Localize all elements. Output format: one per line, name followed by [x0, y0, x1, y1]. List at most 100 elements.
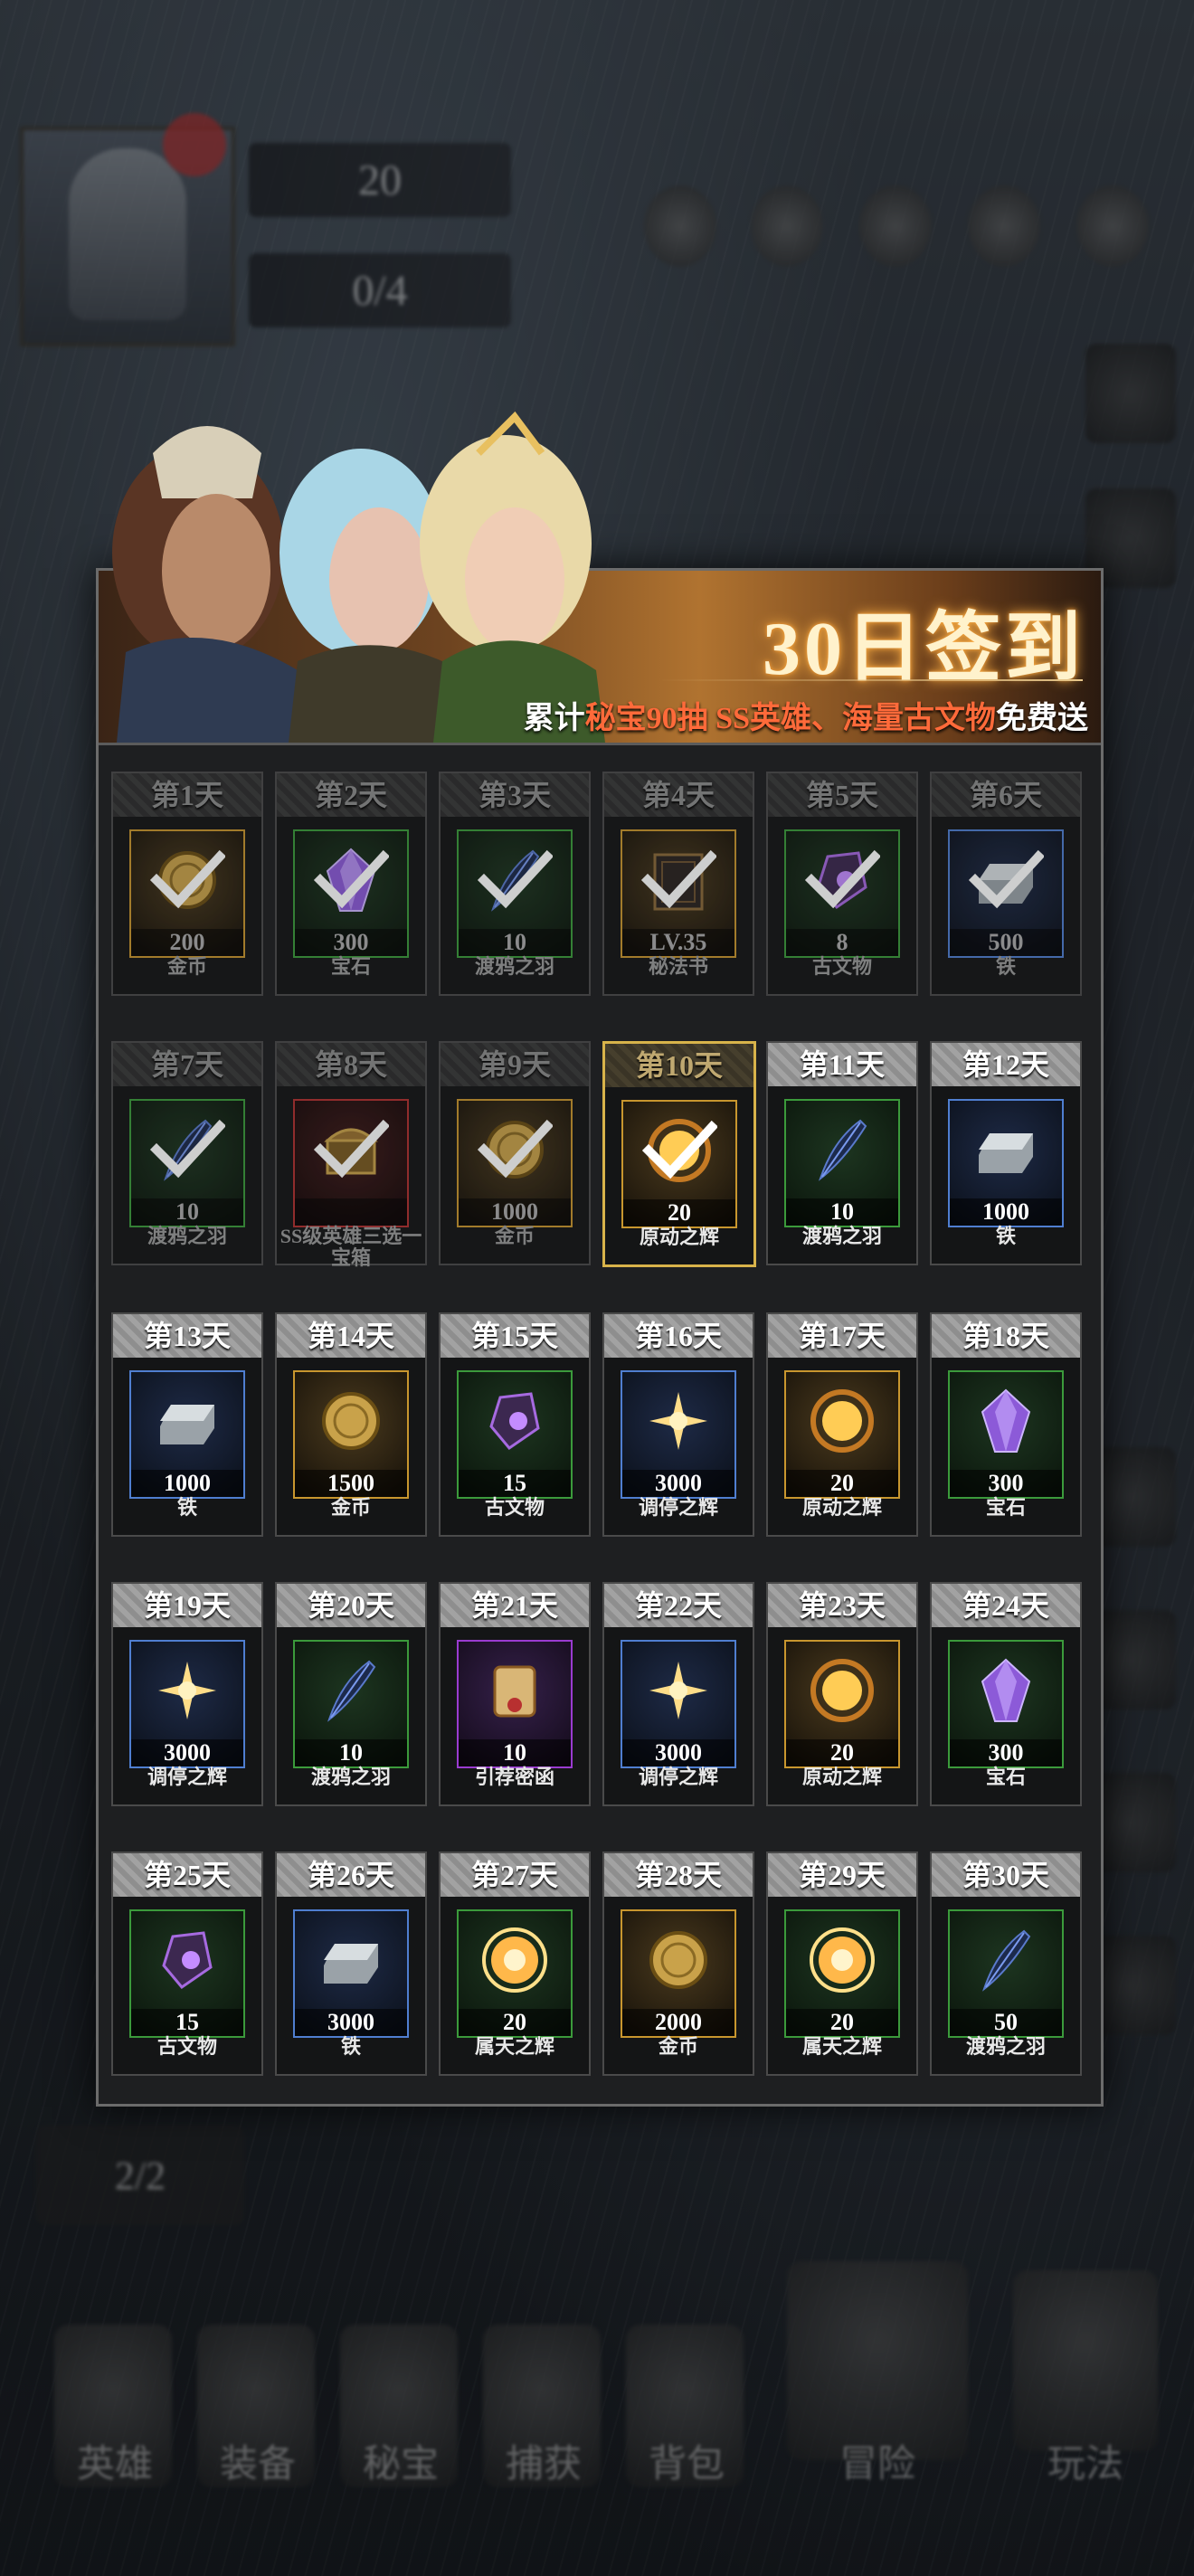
reward-name: 渡鸦之羽 — [147, 1225, 227, 1247]
reward-cell-day-16[interactable]: 第16天 3000 调停之辉 — [602, 1312, 754, 1537]
reward-item-frame: 10 — [457, 829, 573, 958]
reward-item-frame: 300 — [293, 829, 409, 958]
reward-cell-day-3[interactable]: 第3天 10 渡鸦之羽 — [439, 772, 591, 996]
reward-cell-day-22[interactable]: 第22天 3000 调停之辉 — [602, 1582, 754, 1806]
reward-cell-day-15[interactable]: 第15天 15 古文物 — [439, 1312, 591, 1537]
day-label: 第27天 — [441, 1853, 589, 1897]
reward-cell-day-28[interactable]: 第28天 2000 金币 — [602, 1852, 754, 2076]
reward-cell-day-25[interactable]: 第25天 15 古文物 — [111, 1852, 263, 2076]
reward-quantity: 15 — [131, 2009, 243, 2036]
reward-cell-day-4[interactable]: 第4天 LV.35 秘法书 — [602, 772, 754, 996]
reward-quantity: 10 — [295, 1739, 407, 1766]
iron-ingot-icon — [979, 1133, 1033, 1173]
reward-cell-day-2[interactable]: 第2天 300 宝石 — [275, 772, 427, 996]
reward-cell-day-27[interactable]: 第27天 20 属天之辉 — [439, 1852, 591, 2076]
reward-name: 原动之辉 — [639, 1226, 719, 1248]
reward-item-frame: 20 — [784, 1640, 900, 1768]
reward-cell-day-30[interactable]: 第30天 50 渡鸦之羽 — [930, 1852, 1082, 2076]
reward-cell-day-6[interactable]: 第6天 500 铁 — [930, 772, 1082, 996]
reward-item-frame: 3000 — [293, 1909, 409, 2038]
reward-cell-day-12[interactable]: 第12天 1000 铁 — [930, 1041, 1082, 1265]
reward-cell-day-10[interactable]: 第10天 20 原动之辉 — [602, 1041, 756, 1267]
iron-ingot-icon — [324, 1944, 378, 1984]
purple-gem-icon — [981, 1658, 1031, 1722]
reward-cell-day-1[interactable]: 第1天 200 金币 — [111, 772, 263, 996]
day-label: 第2天 — [277, 773, 425, 817]
day-label: 第19天 — [113, 1584, 261, 1627]
reward-quantity: 3000 — [622, 1470, 734, 1497]
subtitle-highlight-draws: 秘宝90抽 — [584, 702, 708, 735]
reward-cell-day-11[interactable]: 第11天 10 渡鸦之羽 — [766, 1041, 918, 1265]
checkmark-icon — [477, 1119, 553, 1179]
checkmark-icon — [641, 1120, 717, 1179]
reward-cell-day-8[interactable]: 第8天 SS级英雄三选一宝箱 — [275, 1041, 427, 1269]
reward-quantity: 300 — [950, 1470, 1062, 1497]
reward-cell-day-24[interactable]: 第24天 300 宝石 — [930, 1582, 1082, 1806]
reward-cell-day-18[interactable]: 第18天 300 宝石 — [930, 1312, 1082, 1537]
reward-cell-day-26[interactable]: 第26天 3000 铁 — [275, 1852, 427, 2076]
reward-item-frame: 10 — [129, 1099, 245, 1227]
reward-name: 调停之辉 — [638, 1766, 718, 1788]
reward-cell-day-19[interactable]: 第19天 3000 调停之辉 — [111, 1582, 263, 1806]
reward-item-frame: 8 — [784, 829, 900, 958]
prime-radiance-icon — [810, 1659, 874, 1722]
reward-cell-day-7[interactable]: 第7天 10 渡鸦之羽 — [111, 1041, 263, 1265]
ancient-relic-icon — [489, 1392, 540, 1451]
reward-item-frame: 2000 — [621, 1909, 736, 2038]
ancient-relic-icon — [162, 1931, 213, 1990]
title-divider — [658, 679, 1083, 681]
reward-item-frame: 15 — [457, 1370, 573, 1499]
day-label: 第30天 — [932, 1853, 1080, 1897]
reward-cell-day-17[interactable]: 第17天 20 原动之辉 — [766, 1312, 918, 1537]
signin-banner: 30日签到 累计秘宝90抽 SS英雄、海量古文物免费送 — [99, 411, 1101, 745]
day-label: 第7天 — [113, 1043, 261, 1086]
reward-item-frame: 500 — [948, 829, 1064, 958]
reward-cell-day-5[interactable]: 第5天 8 古文物 — [766, 772, 918, 996]
reward-name: 原动之辉 — [801, 1766, 882, 1788]
reward-name: 渡鸦之羽 — [801, 1225, 882, 1247]
reward-item-frame: 10 — [784, 1099, 900, 1227]
day-label: 第8天 — [277, 1043, 425, 1086]
reward-cell-day-20[interactable]: 第20天 10 渡鸦之羽 — [275, 1582, 427, 1806]
reward-quantity: 20 — [623, 1199, 735, 1226]
reward-item-frame: 1000 — [457, 1099, 573, 1227]
day-label: 第25天 — [113, 1853, 261, 1897]
celestial-radiance-icon — [810, 1927, 875, 1993]
reward-cell-day-21[interactable]: 第21天 10 引荐密函 — [439, 1582, 591, 1806]
reward-quantity: 20 — [786, 1739, 898, 1766]
reward-quantity: 10 — [459, 929, 571, 956]
reward-cell-day-13[interactable]: 第13天 1000 铁 — [111, 1312, 263, 1537]
reward-cell-day-29[interactable]: 第29天 20 属天之辉 — [766, 1852, 918, 2076]
reward-name: 铁 — [340, 2035, 361, 2058]
signin-panel: 30日签到 累计秘宝90抽 SS英雄、海量古文物免费送 第1天 200 金币 第2天 3… — [96, 411, 1104, 2107]
reward-cell-day-23[interactable]: 第23天 20 原动之辉 — [766, 1582, 918, 1806]
raven-feather-icon — [327, 1660, 376, 1722]
signin-subtitle: 累计秘宝90抽 SS英雄、海量古文物免费送 — [524, 693, 1088, 737]
reward-name: 渡鸦之羽 — [474, 955, 554, 978]
reward-name: 渡鸦之羽 — [310, 1766, 391, 1788]
day-label: 第9天 — [441, 1043, 589, 1086]
reward-name: 古文物 — [156, 2035, 217, 2058]
reward-item-frame: 20 — [784, 1909, 900, 2038]
checkmark-icon — [477, 849, 553, 909]
reward-cell-day-14[interactable]: 第14天 1500 金币 — [275, 1312, 427, 1537]
subtitle-suffix: 免费送 — [996, 702, 1088, 735]
reward-quantity: 20 — [786, 2009, 898, 2036]
day-label: 第6天 — [932, 773, 1080, 817]
day-label: 第10天 — [605, 1044, 753, 1087]
reward-cell-day-9[interactable]: 第9天 1000 金币 — [439, 1041, 591, 1265]
iron-ingot-icon — [160, 1405, 214, 1444]
reward-item-frame: 3000 — [621, 1640, 736, 1768]
prime-radiance-icon — [810, 1389, 874, 1453]
reward-item-frame: 20 — [784, 1370, 900, 1499]
reward-quantity: 3000 — [131, 1739, 243, 1766]
raven-feather-icon — [819, 1119, 867, 1181]
checkmark-icon — [149, 849, 225, 909]
reward-item-frame: 15 — [129, 1909, 245, 2038]
reward-name: 属天之辉 — [801, 2035, 882, 2058]
reward-name: 属天之辉 — [474, 2035, 554, 2058]
reward-name: 调停之辉 — [638, 1496, 718, 1519]
day-label: 第24天 — [932, 1584, 1080, 1627]
reward-item-frame: 50 — [948, 1909, 1064, 2038]
reward-quantity: 2000 — [622, 2009, 734, 2036]
